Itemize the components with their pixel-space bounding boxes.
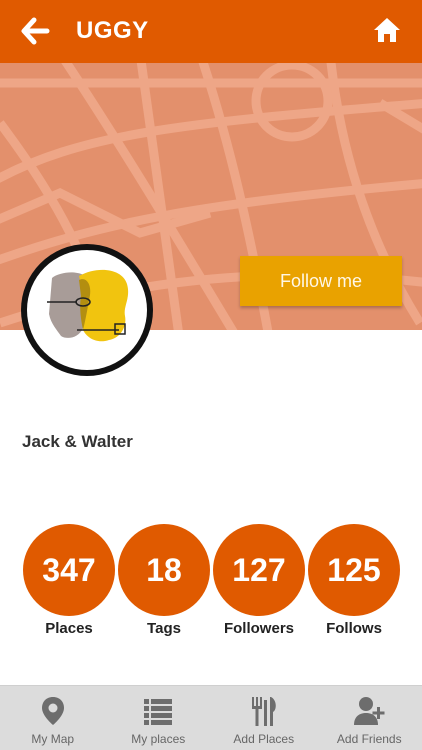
stat-label: Follows	[326, 620, 382, 637]
nav-label: My places	[131, 732, 186, 746]
logo-icon	[47, 269, 129, 342]
stat-value: 347	[23, 524, 115, 616]
stat-follows[interactable]: 125 Follows	[307, 524, 401, 637]
nav-my-map[interactable]: My Map	[0, 686, 106, 750]
stat-label: Followers	[223, 620, 294, 637]
home-icon[interactable]	[372, 15, 402, 45]
stat-value: 125	[308, 524, 400, 616]
nav-my-places[interactable]: My places	[106, 686, 212, 750]
arrow-left-icon[interactable]	[20, 16, 50, 46]
stat-followers[interactable]: 127 Followers	[212, 524, 306, 637]
stat-label: Places	[45, 620, 93, 637]
stat-places[interactable]: 347 Places	[22, 524, 116, 637]
nav-label: Add Places	[233, 732, 295, 746]
stat-label: Tags	[147, 620, 181, 637]
add-user-icon	[354, 697, 385, 725]
nav-add-places[interactable]: Add Places	[211, 686, 317, 750]
list-icon	[144, 699, 173, 725]
bottom-nav: My Map My places Add Places Add Friends	[0, 685, 422, 750]
nav-label: Add Friends	[336, 732, 402, 746]
app-title: UGGY	[76, 17, 149, 44]
map-pin-icon	[41, 697, 64, 725]
stat-value: 18	[118, 524, 210, 616]
stat-value: 127	[213, 524, 305, 616]
stats-row: 347 Places 18 Tags 127 Followers 125 Fol…	[22, 524, 402, 644]
follow-button[interactable]: Follow me	[240, 256, 402, 306]
avatar	[21, 244, 153, 376]
nav-add-friends[interactable]: Add Friends	[317, 686, 422, 750]
app-bar: UGGY	[0, 0, 422, 63]
stat-tags[interactable]: 18 Tags	[117, 524, 211, 637]
nav-label: My Map	[31, 732, 75, 746]
profile-name: Jack & Walter	[22, 432, 133, 451]
cutlery-icon	[251, 697, 276, 726]
avatar-image	[27, 250, 147, 370]
